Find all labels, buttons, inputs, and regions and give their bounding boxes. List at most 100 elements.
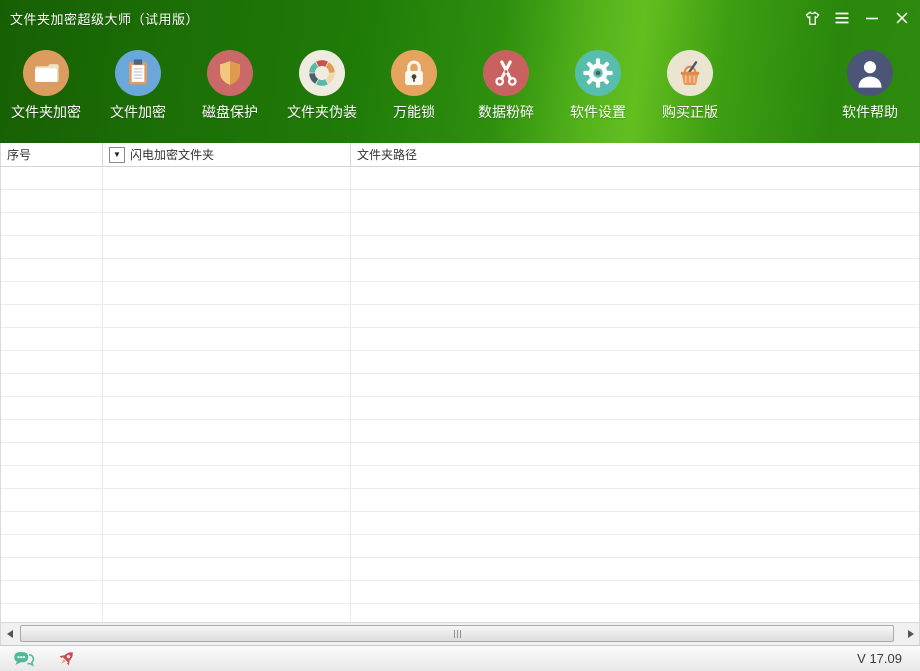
- scroll-left-icon: [6, 630, 13, 638]
- table-row[interactable]: [1, 581, 919, 604]
- minimize-button[interactable]: [860, 6, 884, 30]
- table-cell: [351, 351, 919, 373]
- table-row[interactable]: [1, 305, 919, 328]
- column-header-label: 闪电加密文件夹: [130, 148, 215, 162]
- table-cell: [103, 466, 351, 488]
- table-row[interactable]: [1, 167, 919, 190]
- table-cell: [351, 466, 919, 488]
- table-row[interactable]: [1, 328, 919, 351]
- toolbar-button-buy-license[interactable]: 购买正版: [644, 36, 736, 122]
- table-row[interactable]: [1, 351, 919, 374]
- table-cell: [103, 305, 351, 327]
- toolbar-button-folder-encrypt[interactable]: 文件夹加密: [0, 36, 92, 122]
- table-row[interactable]: [1, 420, 919, 443]
- lock-icon: [391, 50, 437, 96]
- table-row[interactable]: [1, 236, 919, 259]
- table-cell: [1, 259, 103, 281]
- scroll-right-button[interactable]: [902, 623, 919, 645]
- filter-glyph: ▼: [113, 149, 121, 159]
- close-button[interactable]: [890, 6, 914, 30]
- rocket-icon: [59, 651, 73, 665]
- table-cell: [103, 167, 351, 189]
- shield-icon: [207, 50, 253, 96]
- thumb-grip-icon: [456, 629, 458, 638]
- table-cell: [103, 489, 351, 511]
- table-row[interactable]: [1, 282, 919, 305]
- toolbar-button-disk-protect[interactable]: 磁盘保护: [184, 36, 276, 122]
- column-header-folder-path: 文件夹路径: [351, 143, 919, 166]
- toolbar-button-settings[interactable]: 软件设置: [552, 36, 644, 122]
- table-cell: [351, 443, 919, 465]
- shirt-icon: [805, 11, 819, 25]
- table-cell: [351, 489, 919, 511]
- table-cell: [103, 351, 351, 373]
- hamburger-icon: [835, 12, 849, 24]
- table-cell: [351, 581, 919, 603]
- table-row[interactable]: [1, 512, 919, 535]
- table-cell: [351, 167, 919, 189]
- table-cell: [103, 512, 351, 534]
- table-cell: [103, 420, 351, 442]
- feedback-chat-button[interactable]: [12, 648, 36, 670]
- table-row[interactable]: [1, 604, 919, 622]
- scrollbar-thumb[interactable]: [20, 625, 894, 642]
- table-cell: [1, 581, 103, 603]
- toolbar-button-universal-lock[interactable]: 万能锁: [368, 36, 460, 122]
- table-cell: [103, 397, 351, 419]
- table-cell: [103, 328, 351, 350]
- toolbar-button-label: 软件设置: [570, 104, 626, 120]
- table-row[interactable]: [1, 535, 919, 558]
- toolbar-button-label: 软件帮助: [842, 104, 898, 120]
- table-row[interactable]: [1, 259, 919, 282]
- table-cell: [1, 558, 103, 580]
- table-cell: [1, 512, 103, 534]
- version-label: V 17.09: [857, 651, 902, 666]
- table-cell: [351, 420, 919, 442]
- table-cell: [103, 604, 351, 622]
- color-ring-icon: [299, 50, 345, 96]
- filter-dropdown-icon[interactable]: ▼: [109, 146, 125, 163]
- table-cell: [1, 236, 103, 258]
- thumb-grip-icon: [453, 629, 455, 638]
- titlebar: 文件夹加密超级大师（试用版）: [0, 0, 920, 36]
- toolbar-button-label: 文件加密: [110, 104, 166, 120]
- table-row[interactable]: [1, 374, 919, 397]
- table-row[interactable]: [1, 190, 919, 213]
- table-cell: [1, 466, 103, 488]
- table-cell: [1, 282, 103, 304]
- table-cell: [1, 213, 103, 235]
- toolbar-button-label: 购买正版: [662, 104, 718, 120]
- table-cell: [351, 213, 919, 235]
- table-body: [0, 167, 920, 622]
- boost-rocket-button[interactable]: [54, 648, 78, 670]
- skin-button[interactable]: [800, 6, 824, 30]
- table-row[interactable]: [1, 466, 919, 489]
- table-row[interactable]: [1, 443, 919, 466]
- scroll-right-icon: [907, 630, 914, 638]
- minimize-icon: [866, 17, 878, 20]
- table-row[interactable]: [1, 213, 919, 236]
- table-cell: [351, 535, 919, 557]
- table-row[interactable]: [1, 489, 919, 512]
- scroll-left-button[interactable]: [1, 623, 18, 645]
- toolbar-button-help[interactable]: 软件帮助: [828, 36, 912, 122]
- window-title: 文件夹加密超级大师（试用版）: [10, 11, 200, 27]
- table-row[interactable]: [1, 397, 919, 420]
- toolbar-button-data-shred[interactable]: 数据粉碎: [460, 36, 552, 122]
- table-cell: [351, 259, 919, 281]
- table-cell: [103, 581, 351, 603]
- table-row[interactable]: [1, 558, 919, 581]
- table-cell: [351, 305, 919, 327]
- toolbar-button-file-encrypt[interactable]: 文件加密: [92, 36, 184, 122]
- table-cell: [103, 443, 351, 465]
- table-cell: [1, 443, 103, 465]
- table-cell: [103, 259, 351, 281]
- table-cell: [1, 167, 103, 189]
- toolbar-button-folder-disguise[interactable]: 文件夹伪装: [276, 36, 368, 122]
- column-header-index: 序号: [1, 143, 103, 166]
- table-cell: [351, 397, 919, 419]
- main-menu-button[interactable]: [830, 6, 854, 30]
- table-cell: [351, 374, 919, 396]
- close-icon: [896, 12, 908, 24]
- horizontal-scrollbar[interactable]: [0, 622, 920, 645]
